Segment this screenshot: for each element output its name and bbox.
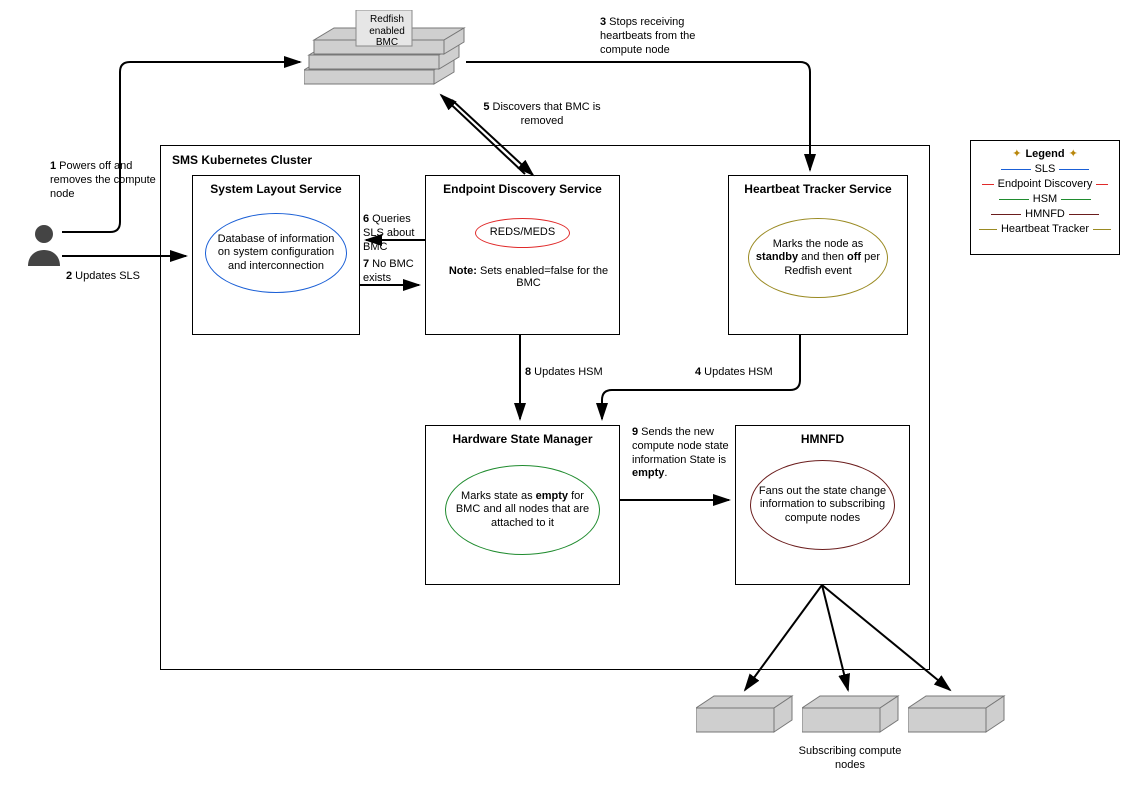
hts-title: Heartbeat Tracker Service: [729, 176, 907, 196]
eds-note: Note: Sets enabled=false for the BMC: [435, 265, 622, 289]
eds-ellipse: REDS/MEDS: [475, 218, 570, 248]
label-2: 2 Updates SLS: [66, 270, 140, 284]
legend-ed: Endpoint Discovery: [975, 178, 1115, 190]
subscribers-label: Subscribing compute nodes: [790, 745, 910, 773]
eds-title: Endpoint Discovery Service: [426, 176, 619, 196]
label-5: 5 Discovers that BMC is removed: [472, 101, 612, 129]
hmnfd-ellipse: Fans out the state change information to…: [750, 460, 895, 550]
label-4: 4 Updates HSM: [695, 366, 773, 380]
hsm-b: empty: [536, 490, 568, 502]
legend-sls: SLS: [975, 163, 1115, 175]
legend-title-row: ✦Legend✦: [975, 147, 1115, 160]
bmc-label: Redfish enabled BMC: [362, 14, 412, 49]
legend-hsm: HSM: [975, 193, 1115, 205]
label-9: 9 Sends the new compute node state infor…: [632, 426, 737, 481]
hsm-title: Hardware State Manager: [426, 426, 619, 446]
sls-title: System Layout Service: [193, 176, 359, 196]
hts-mid: and then: [798, 251, 847, 263]
diagram-canvas: SMS Kubernetes Cluster System Layout Ser…: [0, 0, 1129, 804]
hmnfd-title: HMNFD: [736, 426, 909, 446]
hsm-ellipse: Marks state as empty for BMC and all nod…: [445, 465, 600, 555]
sls-ellipse: Database of information on system config…: [205, 213, 347, 293]
hsm-pre: Marks state as: [461, 490, 536, 502]
hts-pre: Marks the node as: [773, 238, 864, 250]
label-8: 8 Updates HSM: [525, 366, 603, 380]
legend-hmnfd: HMNFD: [975, 208, 1115, 220]
eds-note-prefix: Note:: [449, 265, 477, 277]
eds-note-body: Sets enabled=false for the BMC: [477, 265, 608, 289]
legend-title: Legend: [1025, 148, 1064, 160]
label-6: 6 Queries SLS about BMC: [363, 213, 428, 254]
eds-box: Endpoint Discovery Service: [425, 175, 620, 335]
hts-b1: standby: [756, 251, 798, 263]
label-7: 7 No BMC exists: [363, 258, 428, 286]
hts-b2: off: [847, 251, 861, 263]
label-1: 1 Powers off and removes the compute nod…: [50, 160, 160, 201]
label-3: 3 Stops receiving heartbeats from the co…: [600, 16, 720, 57]
hts-ellipse: Marks the node as standby and then off p…: [748, 218, 888, 298]
legend-box: ✦Legend✦ SLS Endpoint Discovery HSM HMNF…: [970, 140, 1120, 255]
legend-ht: Heartbeat Tracker: [975, 223, 1115, 235]
cluster-label: SMS Kubernetes Cluster: [172, 153, 312, 167]
